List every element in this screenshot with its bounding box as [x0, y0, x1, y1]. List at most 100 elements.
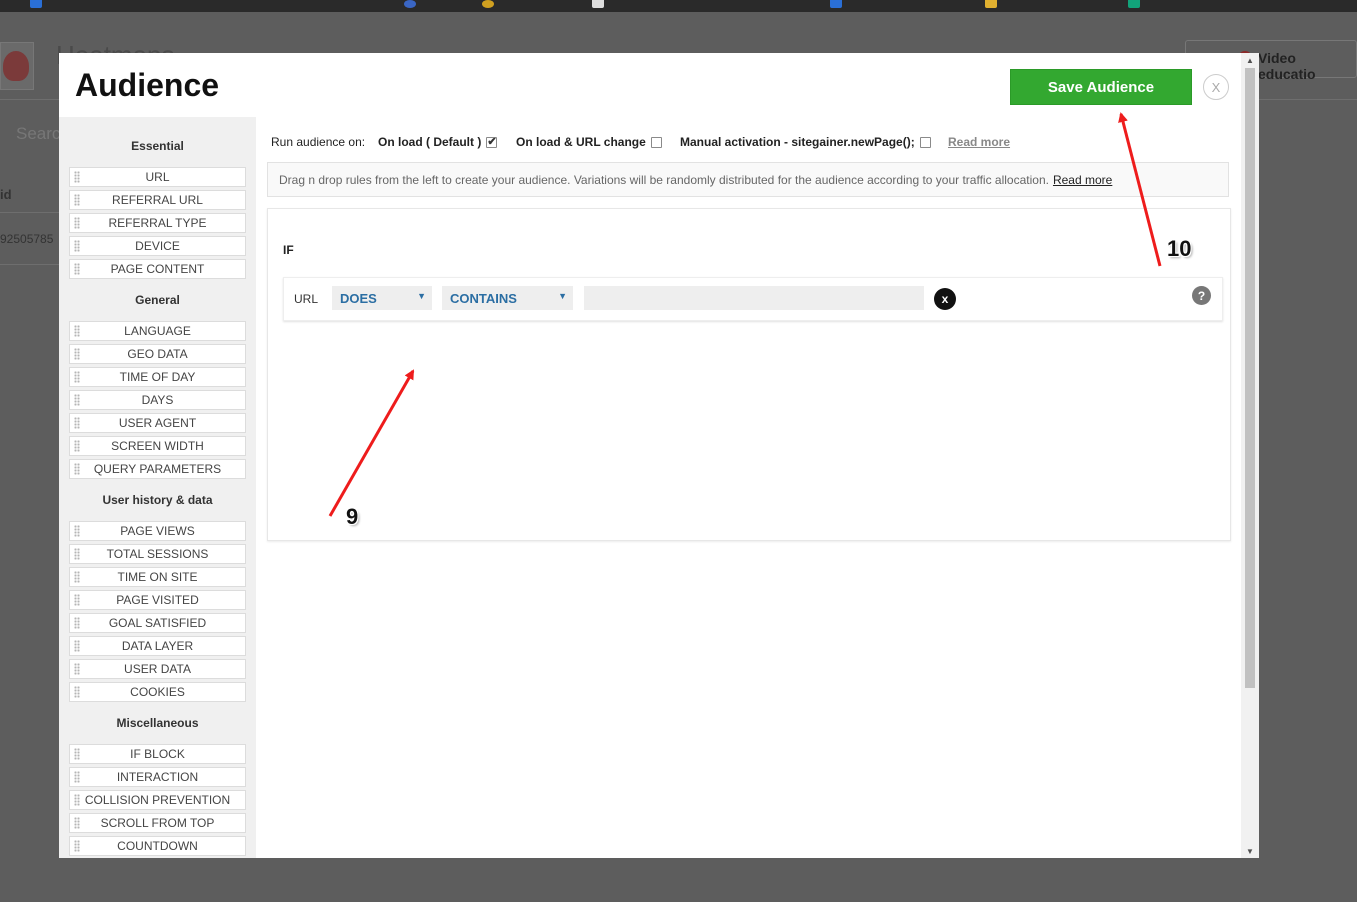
- drag-handle-icon[interactable]: [74, 171, 80, 183]
- rule-item-interaction[interactable]: INTERACTION: [69, 767, 246, 787]
- rule-item-page-views[interactable]: PAGE VIEWS: [69, 521, 246, 541]
- section-title-miscellaneous: Miscellaneous: [116, 716, 199, 730]
- drag-handle-icon[interactable]: [74, 240, 80, 252]
- rule-item-device[interactable]: DEVICE: [69, 236, 246, 256]
- background-row-value: 92505785: [0, 232, 54, 246]
- divider: [0, 264, 60, 265]
- run-audience-label: Run audience on:: [271, 135, 366, 149]
- browser-tab-icon[interactable]: [482, 0, 494, 8]
- url-change-checkbox[interactable]: [650, 136, 662, 148]
- rule-field-label: URL: [294, 292, 319, 306]
- drag-handle-icon[interactable]: [74, 371, 80, 383]
- drag-handle-icon[interactable]: [74, 640, 80, 652]
- drag-handle-icon[interactable]: [74, 840, 80, 852]
- rule-item-if-block[interactable]: IF BLOCK: [69, 744, 246, 764]
- info-read-more-link[interactable]: Read more: [1053, 173, 1112, 187]
- rule-item-referral-type[interactable]: REFERRAL TYPE: [69, 213, 246, 233]
- rule-item-page-content[interactable]: PAGE CONTENT: [69, 259, 246, 279]
- scroll-thumb[interactable]: [1245, 68, 1255, 688]
- rule-item-collision-prevention[interactable]: COLLISION PREVENTION: [69, 790, 246, 810]
- browser-tab-icon[interactable]: [592, 0, 604, 8]
- option-on-load[interactable]: On load ( Default ): [378, 135, 498, 149]
- drag-handle-icon[interactable]: [74, 794, 80, 806]
- rule-item-data-layer[interactable]: DATA LAYER: [69, 636, 246, 656]
- drag-handle-icon[interactable]: [74, 594, 80, 606]
- rule-item-time-of-day[interactable]: TIME OF DAY: [69, 367, 246, 387]
- drag-handle-icon[interactable]: [74, 748, 80, 760]
- drag-handle-icon[interactable]: [74, 394, 80, 406]
- rule-item-scroll-from-top[interactable]: SCROLL FROM TOP: [69, 813, 246, 833]
- operator-select[interactable]: DOES ▼: [332, 286, 432, 310]
- drag-handle-icon[interactable]: [74, 194, 80, 206]
- rule-item-page-visited[interactable]: PAGE VISITED: [69, 590, 246, 610]
- run-read-more-link[interactable]: Read more: [948, 135, 1010, 149]
- condition-select[interactable]: CONTAINS ▼: [442, 286, 573, 310]
- drag-handle-icon[interactable]: [74, 817, 80, 829]
- drag-handle-icon[interactable]: [74, 548, 80, 560]
- annotation-number-9: 9: [346, 504, 359, 529]
- divider: [0, 212, 60, 213]
- dropdown-caret-icon: ▼: [417, 291, 426, 301]
- rule-row-url: URL DOES ▼ CONTAINS ▼ x ?: [283, 277, 1223, 321]
- browser-tab-icon[interactable]: [1128, 0, 1140, 8]
- drag-handle-icon[interactable]: [74, 263, 80, 275]
- drag-handle-icon[interactable]: [74, 463, 80, 475]
- drag-handle-icon[interactable]: [74, 217, 80, 229]
- rule-item-language[interactable]: LANGUAGE: [69, 321, 246, 341]
- audience-modal: Audience Save Audience X Essential URL R…: [59, 53, 1259, 858]
- browser-tab-icon[interactable]: [404, 0, 416, 8]
- scroll-down-arrow-icon[interactable]: ▼: [1241, 844, 1259, 858]
- scroll-up-arrow-icon[interactable]: ▲: [1241, 53, 1259, 67]
- drag-handle-icon[interactable]: [74, 525, 80, 537]
- on-load-checkbox[interactable]: [486, 135, 498, 148]
- rule-item-time-on-site[interactable]: TIME ON SITE: [69, 567, 246, 587]
- drag-handle-icon[interactable]: [74, 617, 80, 629]
- drag-handle-icon[interactable]: [74, 663, 80, 675]
- help-icon[interactable]: ?: [1192, 286, 1211, 305]
- option-manual-activation[interactable]: Manual activation - sitegainer.newPage()…: [680, 135, 931, 149]
- remove-rule-button[interactable]: x: [934, 288, 956, 310]
- browser-bar: [0, 0, 1357, 12]
- if-label: IF: [283, 243, 294, 257]
- column-header-id: id: [0, 187, 12, 202]
- drag-handle-icon[interactable]: [74, 686, 80, 698]
- section-title-general: General: [135, 293, 180, 307]
- drag-handle-icon[interactable]: [74, 348, 80, 360]
- rule-item-days[interactable]: DAYS: [69, 390, 246, 410]
- video-education-label: Video educatio: [1258, 50, 1316, 82]
- rule-item-user-agent[interactable]: USER AGENT: [69, 413, 246, 433]
- flame-icon: [3, 51, 29, 81]
- rule-value-input[interactable]: [584, 286, 924, 310]
- drag-handle-icon[interactable]: [74, 417, 80, 429]
- rule-item-goal-satisfied[interactable]: GOAL SATISFIED: [69, 613, 246, 633]
- rule-item-screen-width[interactable]: SCREEN WIDTH: [69, 436, 246, 456]
- drag-handle-icon[interactable]: [74, 571, 80, 583]
- browser-tab-icon[interactable]: [985, 0, 997, 8]
- rule-item-countdown[interactable]: COUNTDOWN: [69, 836, 246, 856]
- rule-item-referral-url[interactable]: REFERRAL URL: [69, 190, 246, 210]
- rule-item-user-data[interactable]: USER DATA: [69, 659, 246, 679]
- modal-scrollbar[interactable]: ▲ ▼: [1241, 53, 1259, 858]
- rule-item-cookies[interactable]: COOKIES: [69, 682, 246, 702]
- browser-tab-icon[interactable]: [830, 0, 842, 8]
- rule-item-total-sessions[interactable]: TOTAL SESSIONS: [69, 544, 246, 564]
- modal-title: Audience: [75, 67, 220, 103]
- drag-handle-icon[interactable]: [74, 440, 80, 452]
- rule-item-query-parameters[interactable]: QUERY PARAMETERS: [69, 459, 246, 479]
- close-button[interactable]: X: [1203, 74, 1229, 100]
- app-logo: [0, 42, 34, 90]
- rule-item-geo-data[interactable]: GEO DATA: [69, 344, 246, 364]
- section-title-user-history: User history & data: [102, 493, 213, 507]
- manual-activation-checkbox[interactable]: [919, 136, 931, 148]
- audience-builder-canvas[interactable]: IF URL DOES ▼ CONTAINS ▼ x ?: [267, 208, 1231, 541]
- section-title-essential: Essential: [131, 139, 184, 153]
- dropdown-caret-icon: ▼: [558, 291, 567, 301]
- rule-item-url[interactable]: URL: [69, 167, 246, 187]
- rules-sidebar: Essential URL REFERRAL URL REFERRAL TYPE…: [59, 117, 256, 858]
- info-box: Drag n drop rules from the left to creat…: [267, 162, 1229, 197]
- drag-handle-icon[interactable]: [74, 771, 80, 783]
- save-audience-button[interactable]: Save Audience: [1010, 69, 1192, 105]
- drag-handle-icon[interactable]: [74, 325, 80, 337]
- option-on-load-url-change[interactable]: On load & URL change: [516, 135, 662, 149]
- browser-tab-icon[interactable]: [30, 0, 42, 8]
